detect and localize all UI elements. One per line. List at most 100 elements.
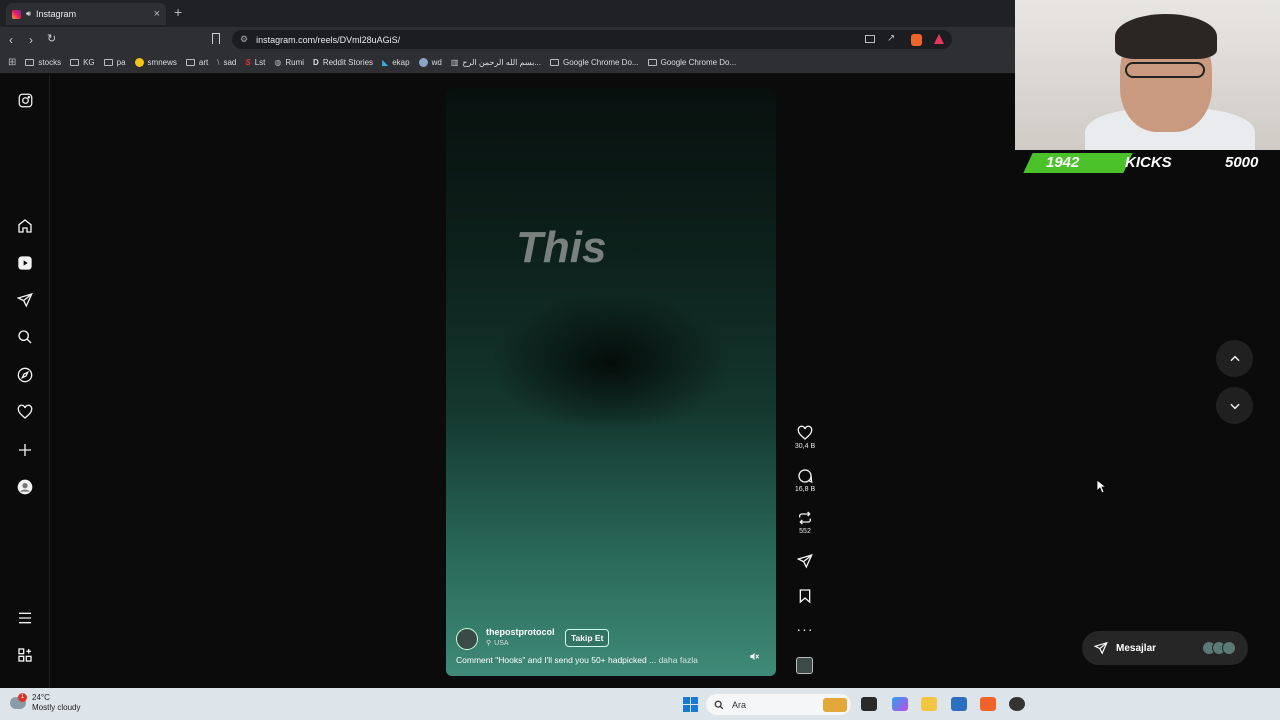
weather-widget[interactable]: 1 24°C Mostly cloudy [10, 693, 80, 713]
like-button[interactable]: 30,4 B [792, 425, 818, 450]
column-icon: ▥ [450, 58, 459, 67]
share-icon[interactable]: ↗ [887, 33, 895, 44]
site-settings-icon[interactable]: ⚙︎ [240, 34, 248, 45]
audio-thumbnail[interactable] [796, 657, 813, 674]
explore-compass-icon[interactable] [15, 365, 35, 385]
folder-icon [103, 59, 113, 66]
reel-location[interactable]: ⚲ USA [486, 639, 509, 648]
bookmark-item[interactable]: stocks [25, 58, 61, 67]
bookmark-item[interactable]: smnews [134, 58, 177, 67]
instagram-logo-icon[interactable] [15, 90, 35, 110]
apps-grid-icon[interactable]: ⊞ [8, 57, 16, 68]
ekap-icon: ◣ [382, 58, 389, 67]
stream-stat-right: 5000 [1225, 154, 1259, 171]
bookmark-item[interactable]: S Lst [245, 58, 265, 67]
stream-stat-left: 1942 [1046, 154, 1080, 171]
profile-avatar-icon[interactable] [15, 477, 35, 497]
bookmark-item[interactable]: \ sad [217, 58, 236, 67]
location-label: USA [494, 639, 509, 647]
bookmark-page-icon[interactable] [212, 33, 220, 44]
message-avatars [1202, 641, 1236, 655]
messages-button[interactable]: Mesajlar [1082, 631, 1248, 665]
smile-icon [134, 58, 144, 67]
notification-badge: 1 [18, 693, 27, 702]
bookmark-item[interactable]: wd [418, 58, 442, 67]
copilot-icon[interactable] [892, 697, 908, 711]
previous-reel-button[interactable] [1216, 340, 1253, 377]
comment-bubble-icon [798, 469, 813, 484]
address-bar[interactable]: ⚙︎ instagram.com/reels/DVml28uAGiS/ [232, 30, 952, 49]
weather-temperature: 24°C [32, 693, 50, 702]
repost-icon [799, 511, 811, 525]
obs-icon[interactable] [1009, 697, 1025, 711]
direct-send-icon[interactable] [15, 290, 35, 310]
back-icon[interactable]: ‹ [9, 33, 13, 47]
chevron-up-icon [1229, 355, 1240, 361]
wd-icon [418, 58, 428, 67]
search-icon[interactable] [15, 327, 35, 347]
share-button[interactable] [792, 553, 818, 569]
brave-rewards-icon[interactable] [934, 34, 944, 44]
repost-count: 552 [799, 528, 811, 535]
notifications-heart-icon[interactable] [15, 402, 35, 422]
caption-text: Comment "Hooks" and I'll send you 50+ ha… [456, 655, 657, 665]
url-text: instagram.com/reels/DVml28uAGiS/ [256, 34, 401, 45]
messages-label: Mesajlar [1116, 642, 1157, 654]
more-apps-icon[interactable] [15, 645, 35, 665]
more-options-icon[interactable]: ··· [792, 621, 818, 637]
folder-icon [549, 59, 559, 66]
menu-hamburger-icon[interactable] [15, 608, 35, 628]
bookmark-item[interactable]: KG [70, 58, 95, 67]
reel-video[interactable]: This thepostprotocol ⚲ USA Takip Et Comm… [446, 88, 776, 676]
like-count: 30,4 B [794, 443, 816, 450]
file-explorer-icon[interactable] [921, 697, 937, 711]
reload-icon[interactable]: ↻ [47, 32, 56, 45]
reel-overlay-text: This [516, 223, 607, 272]
tab-title: Instagram [36, 9, 77, 19]
bookmark-item[interactable]: art [185, 58, 208, 67]
chevron-down-icon [1229, 403, 1240, 409]
create-plus-icon[interactable] [15, 440, 35, 460]
browser-tab[interactable]: 🔊︎ Instagram × [6, 3, 166, 25]
snipping-tool-icon[interactable] [951, 697, 967, 711]
windows-start-icon[interactable] [683, 697, 698, 712]
next-reel-button[interactable] [1216, 387, 1253, 424]
bookmarks-bar: ⊞ stocks KG pa smnews art \ sad S Lst ◍ Rum… [0, 52, 1015, 74]
search-placeholder: Ara [732, 699, 747, 710]
bookmark-item[interactable]: ◍ Rumi [274, 58, 304, 67]
repost-button[interactable]: 552 [792, 510, 818, 535]
save-button[interactable] [792, 588, 818, 604]
s-logo-icon: S [245, 58, 251, 67]
webcam-person-hair [1115, 14, 1217, 59]
comment-button[interactable]: 16,8 B [792, 468, 818, 493]
webcam-glasses [1125, 62, 1205, 78]
home-icon[interactable] [15, 216, 35, 236]
windows-taskbar: 1 24°C Mostly cloudy Ara [0, 688, 1280, 720]
weather-condition: Mostly cloudy [32, 703, 81, 712]
follow-button[interactable]: Takip Et [565, 629, 610, 647]
task-view-icon[interactable] [861, 697, 877, 711]
tab-close-icon[interactable]: × [154, 8, 160, 20]
mouse-cursor-icon [1097, 480, 1107, 494]
bookmark-item[interactable]: ◣ ekap [382, 58, 410, 67]
stream-stat-middle: KICKS [1125, 154, 1172, 171]
mute-toggle-icon[interactable] [749, 651, 760, 662]
author-username[interactable]: thepostprotocol [486, 627, 555, 637]
bookmark-item[interactable]: Google Chrome Do... [647, 58, 736, 67]
caption-more-link[interactable]: daha fazla [659, 655, 698, 665]
share-send-icon [797, 553, 813, 569]
cast-icon[interactable] [865, 35, 875, 43]
taskbar-search[interactable]: Ara [706, 694, 851, 715]
brave-shield-icon[interactable] [911, 34, 922, 46]
speaker-icon[interactable]: 🔊︎ [26, 9, 31, 19]
bookmark-item[interactable]: Google Chrome Do... [549, 58, 639, 67]
bookmark-item[interactable]: pa [103, 58, 126, 67]
new-tab-button[interactable]: + [174, 4, 182, 20]
author-avatar[interactable] [456, 628, 478, 650]
forward-icon[interactable]: › [29, 33, 33, 47]
brave-browser-icon[interactable] [980, 697, 996, 711]
bookmark-item[interactable]: ▥ بسم الله الرحمن الرح... [451, 58, 541, 67]
reels-icon[interactable] [15, 253, 35, 273]
bookmark-item[interactable]: D Reddit Stories [313, 58, 373, 67]
search-highlight-icon [823, 697, 847, 712]
